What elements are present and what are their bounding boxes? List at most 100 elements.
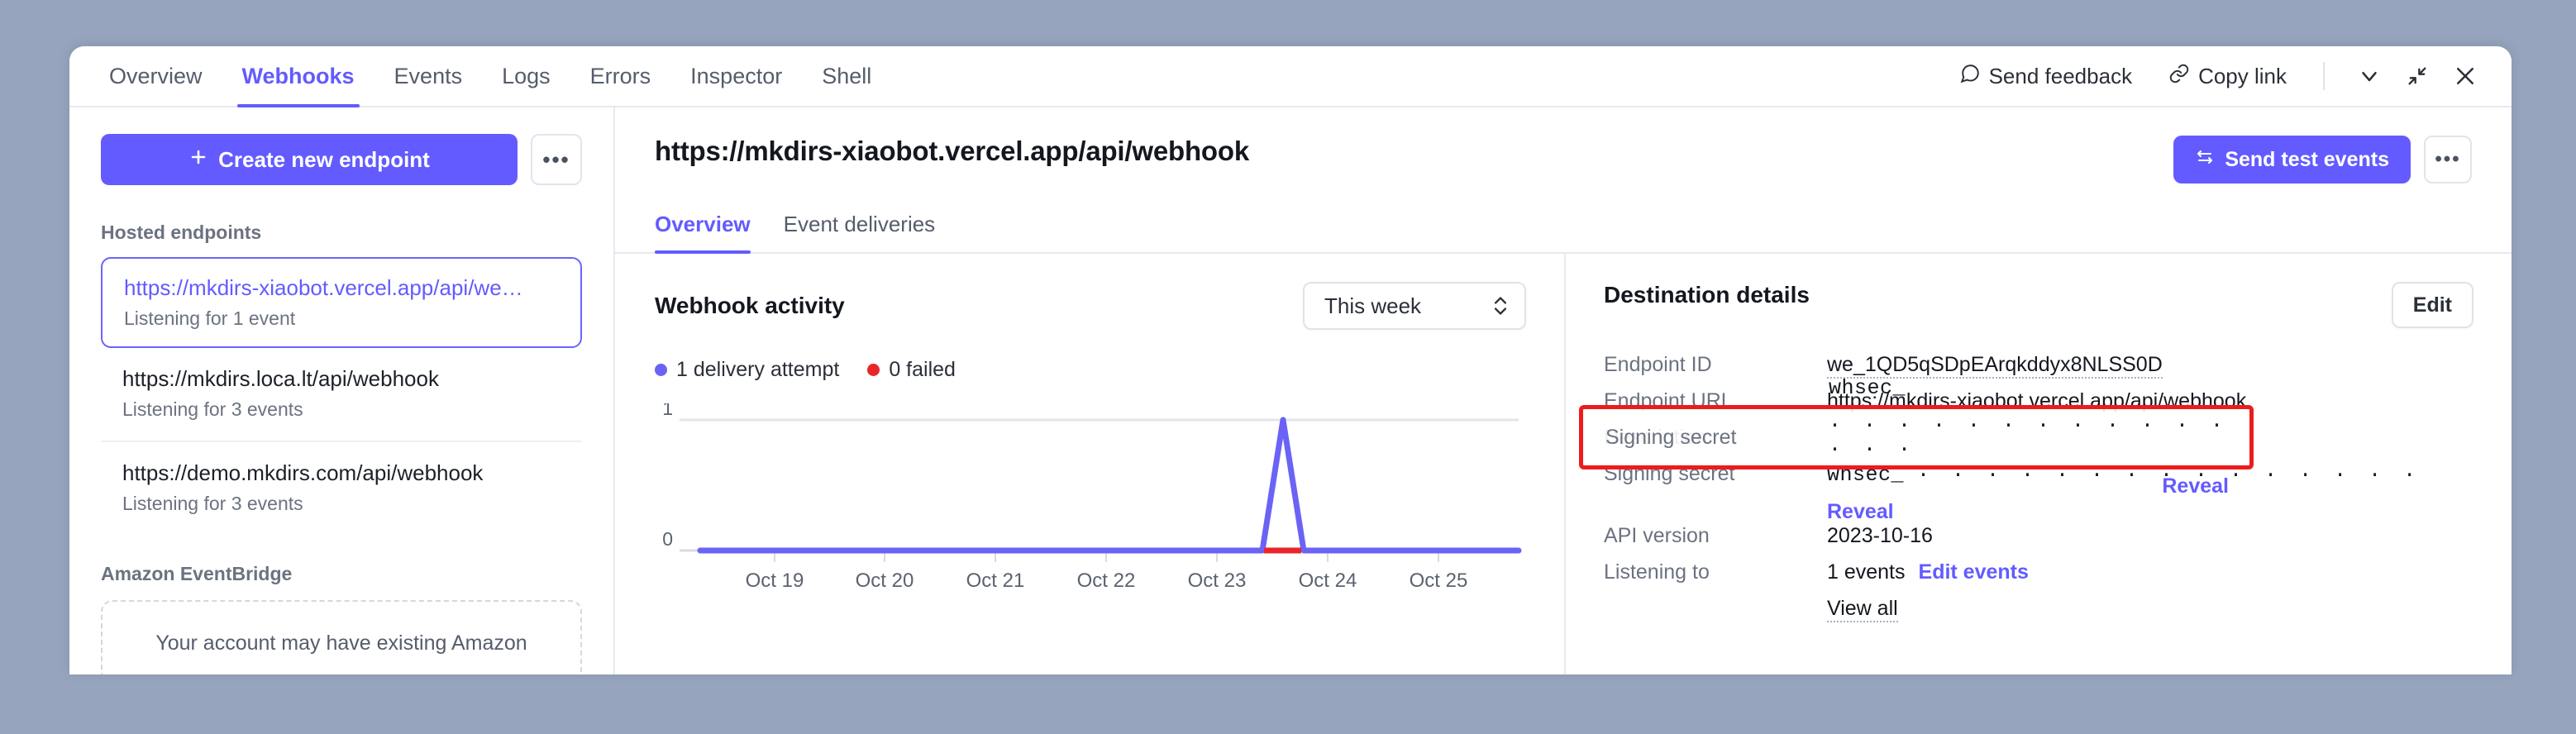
chart-legend: 1 delivery attempt 0 failed [655, 358, 1526, 382]
main-content: https://mkdirs-xiaobot.vercel.app/api/we… [615, 107, 2512, 674]
detail-value: we_1QD5qSDpEArqkddyx8NLSS0D [1827, 353, 2163, 379]
endpoint-url: https://demo.mkdirs.com/api/webhook [122, 460, 484, 485]
endpoint-subtitle: Listening for 3 events [122, 398, 303, 420]
webhooks-window: Overview Webhooks Events Logs Errors Ins… [69, 46, 2512, 674]
eventbridge-empty-card[interactable]: Your account may have existing Amazon [101, 600, 582, 674]
plus-icon [188, 147, 208, 173]
swap-arrows-icon [2195, 147, 2215, 173]
up-down-chevrons-icon [1491, 295, 1510, 317]
x-tick-label: Oct 23 [1188, 570, 1247, 592]
create-new-endpoint-button[interactable]: Create new endpoint [101, 134, 518, 185]
content-panes: Webhook activity This week 1 delivery at… [615, 254, 2512, 674]
legend-item: 0 failed [867, 358, 956, 382]
sidebar-top-actions: Create new endpoint ••• [101, 134, 582, 185]
hosted-endpoints-label: Hosted endpoints [101, 222, 262, 243]
reveal-secret-link[interactable]: Reveal [2162, 474, 2229, 498]
edit-button[interactable]: Edit [2391, 282, 2473, 328]
chart-svg: 1 0 Oct 19 Oct 20 Oct 21 Oct 22 Oct 23 O… [662, 398, 1522, 592]
tab-events[interactable]: Events [374, 46, 483, 106]
edit-events-link[interactable]: Edit events [1919, 560, 2029, 584]
signing-secret-mask: · · · · · · · · · · · · · · · [1829, 413, 2229, 461]
legend-dot-delivery [655, 364, 667, 376]
details-title: Destination details [1604, 282, 1810, 307]
sidebar: Create new endpoint ••• Hosted endpoints… [69, 107, 615, 674]
detail-value: 1 events Edit events [1827, 560, 2029, 584]
window-actions: Send feedback Copy link [1941, 46, 2487, 106]
send-feedback-label: Send feedback [1988, 63, 2133, 88]
sub-tab-event-deliveries[interactable]: Event deliveries [767, 212, 952, 252]
main-overflow-button[interactable]: ••• [2424, 136, 2472, 184]
legend-label: 0 failed [889, 358, 956, 381]
legend-item: 1 delivery attempt [655, 358, 839, 382]
speech-bubble-icon [1959, 63, 1981, 90]
endpoint-url: https://mkdirs.loca.lt/api/webhook [122, 366, 439, 391]
sidebar-endpoint-selected[interactable]: https://mkdirs-xiaobot.vercel.app/api/we… [101, 257, 582, 348]
detail-row-view-all: View all [1604, 597, 2473, 633]
time-range-select[interactable]: This week [1303, 282, 1526, 330]
x-tick-label: Oct 25 [1410, 570, 1468, 592]
activity-title: Webhook activity [655, 293, 845, 318]
tab-overview[interactable]: Overview [109, 46, 222, 106]
series-delivery-attempts [697, 417, 1522, 554]
webhook-activity-chart: 1 0 Oct 19 Oct 20 Oct 21 Oct 22 Oct 23 O… [655, 398, 1526, 610]
close-icon[interactable] [2444, 55, 2487, 98]
link-icon [2168, 63, 2190, 90]
send-test-events-button[interactable]: Send test events [2173, 136, 2411, 184]
detail-label: Signing secret [1605, 425, 1737, 449]
copy-link-label: Copy link [2198, 63, 2287, 88]
sidebar-endpoint-item[interactable]: https://mkdirs.loca.lt/api/webhook Liste… [101, 348, 582, 442]
chevron-down-icon[interactable] [2348, 55, 2391, 98]
detail-value: 2023-10-16 [1827, 524, 1933, 547]
y-tick-0: 0 [662, 528, 673, 550]
toolbar-divider [2323, 62, 2325, 90]
x-tick-label: Oct 24 [1299, 570, 1357, 592]
main-header-top: https://mkdirs-xiaobot.vercel.app/api/we… [655, 136, 2472, 184]
legend-dot-failed [867, 364, 880, 376]
detail-value: View all [1827, 597, 1898, 622]
detail-row-api-version: API version 2023-10-16 [1604, 524, 2473, 560]
collapse-icon[interactable] [2396, 55, 2439, 98]
detail-label: API version [1604, 524, 1710, 547]
sidebar-overflow-button[interactable]: ••• [531, 134, 582, 185]
legend-label: 1 delivery attempt [676, 358, 840, 381]
window-body: Create new endpoint ••• Hosted endpoints… [69, 107, 2512, 674]
sidebar-endpoint-item[interactable]: https://demo.mkdirs.com/api/webhook List… [101, 442, 582, 535]
main-header: https://mkdirs-xiaobot.vercel.app/api/we… [615, 107, 2512, 254]
reveal-secret-link[interactable]: Reveal [1827, 500, 1894, 524]
main-tabs: Overview Webhooks Events Logs Errors Ins… [109, 46, 891, 107]
tab-errors[interactable]: Errors [570, 46, 671, 106]
endpoint-url: https://mkdirs-xiaobot.vercel.app/api/we… [124, 275, 523, 300]
signing-secret-prefix: whsec_ [1829, 376, 1906, 400]
time-range-value: This week [1324, 293, 1422, 318]
listening-count: 1 events [1827, 560, 1906, 584]
tab-webhooks[interactable]: Webhooks [222, 46, 374, 107]
x-tick-label: Oct 20 [856, 570, 914, 592]
amazon-eventbridge-label: Amazon EventBridge [101, 563, 293, 584]
tab-shell[interactable]: Shell [802, 46, 891, 106]
sub-tab-overview[interactable]: Overview [655, 212, 767, 254]
view-all-link[interactable]: View all [1827, 597, 1898, 622]
activity-header: Webhook activity This week [655, 282, 1526, 330]
x-tick-label: Oct 21 [966, 570, 1025, 592]
endpoint-subtitle: Listening for 3 events [122, 493, 303, 514]
sub-tabs: Overview Event deliveries [655, 212, 2472, 254]
tab-logs[interactable]: Logs [482, 46, 570, 106]
signing-secret-highlight-content: Signing secret whsec_ · · · · · · · · · … [1579, 376, 2254, 498]
send-feedback-button[interactable]: Send feedback [1941, 63, 2150, 90]
tab-inspector[interactable]: Inspector [670, 46, 802, 106]
send-test-events-label: Send test events [2225, 147, 2389, 171]
endpoint-subtitle: Listening for 1 event [124, 307, 296, 329]
copy-link-button[interactable]: Copy link [2150, 63, 2305, 90]
destination-details-pane: Destination details Edit Endpoint ID we_… [1566, 254, 2512, 674]
detail-label: Endpoint ID [1604, 353, 1712, 376]
detail-row-listening-to: Listening to 1 events Edit events [1604, 560, 2473, 597]
endpoint-id-value[interactable]: we_1QD5qSDpEArqkddyx8NLSS0D [1827, 353, 2163, 379]
details-header: Destination details Edit [1604, 282, 2473, 328]
eventbridge-message: Your account may have existing Amazon [155, 632, 527, 655]
page-title: https://mkdirs-xiaobot.vercel.app/api/we… [655, 136, 1249, 166]
main-header-actions: Send test events ••• [2173, 136, 2472, 184]
x-tick-label: Oct 22 [1077, 570, 1136, 592]
detail-label: Listening to [1604, 560, 1710, 584]
detail-value: whsec_ · · · · · · · · · · · · · · · Rev… [1829, 376, 2229, 498]
create-new-endpoint-label: Create new endpoint [218, 146, 430, 172]
